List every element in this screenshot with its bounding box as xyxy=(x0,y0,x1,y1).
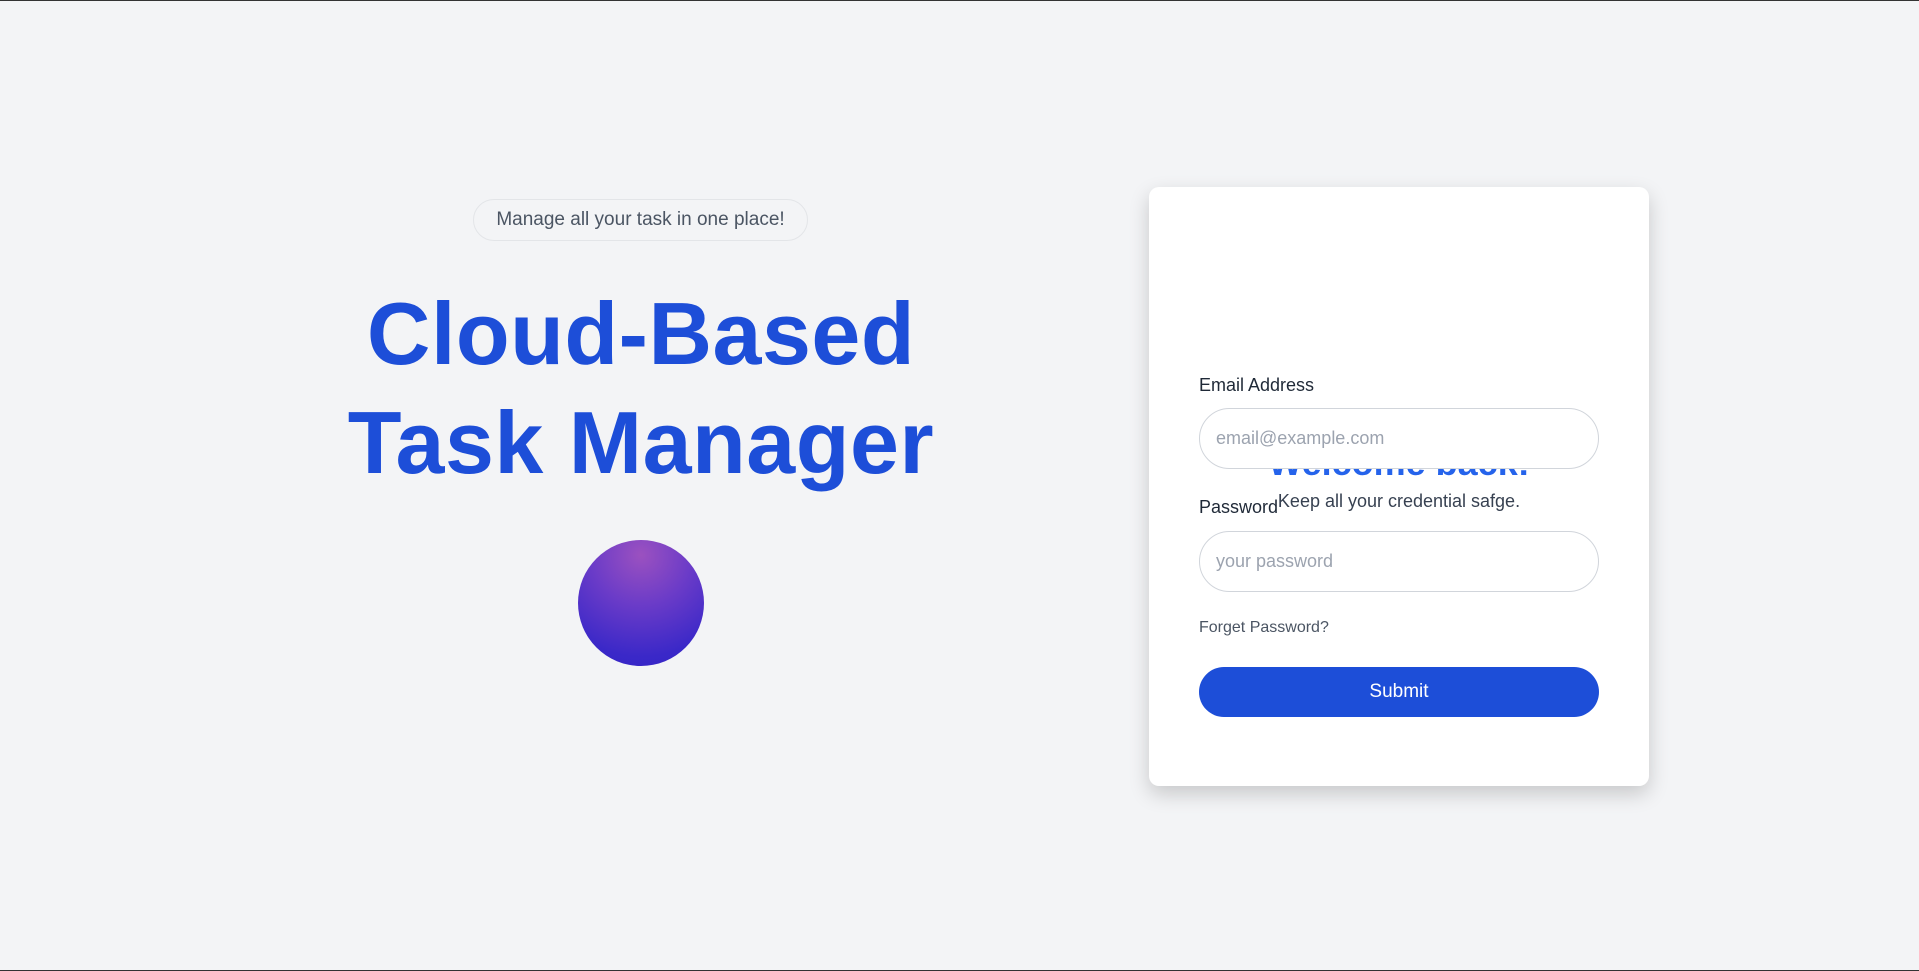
forgot-password-link[interactable]: Forget Password? xyxy=(1199,619,1329,637)
email-input[interactable] xyxy=(1199,408,1599,469)
tagline-text: Manage all your task in one place! xyxy=(496,209,785,230)
password-input[interactable] xyxy=(1199,531,1599,592)
hero-title: Cloud-Based Task Manager xyxy=(241,279,1041,497)
gradient-orb xyxy=(578,540,704,666)
submit-button[interactable]: Submit xyxy=(1199,667,1599,717)
email-label: Email Address xyxy=(1199,375,1315,395)
password-label: Password xyxy=(1199,497,1279,517)
hero-title-line1: Cloud-Based xyxy=(366,284,916,383)
tagline-badge: Manage all your task in one place! xyxy=(473,199,808,241)
hero-title-line2: Task Manager xyxy=(347,393,935,492)
